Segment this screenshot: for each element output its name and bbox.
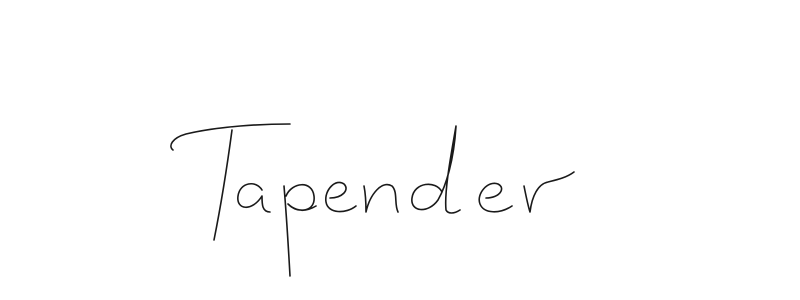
signature-letter-d — [411, 125, 461, 214]
signature-letter-e-2 — [478, 182, 513, 213]
handwritten-signature — [170, 123, 575, 277]
signature-canvas — [0, 0, 800, 300]
signature-letter-a — [237, 183, 271, 213]
signature-letter-r — [523, 171, 575, 213]
signature-letter-n — [363, 183, 399, 213]
signature-letter-t-stem — [213, 129, 233, 241]
signature-letter-e-1 — [325, 181, 357, 213]
signature-letter-p — [283, 183, 317, 277]
